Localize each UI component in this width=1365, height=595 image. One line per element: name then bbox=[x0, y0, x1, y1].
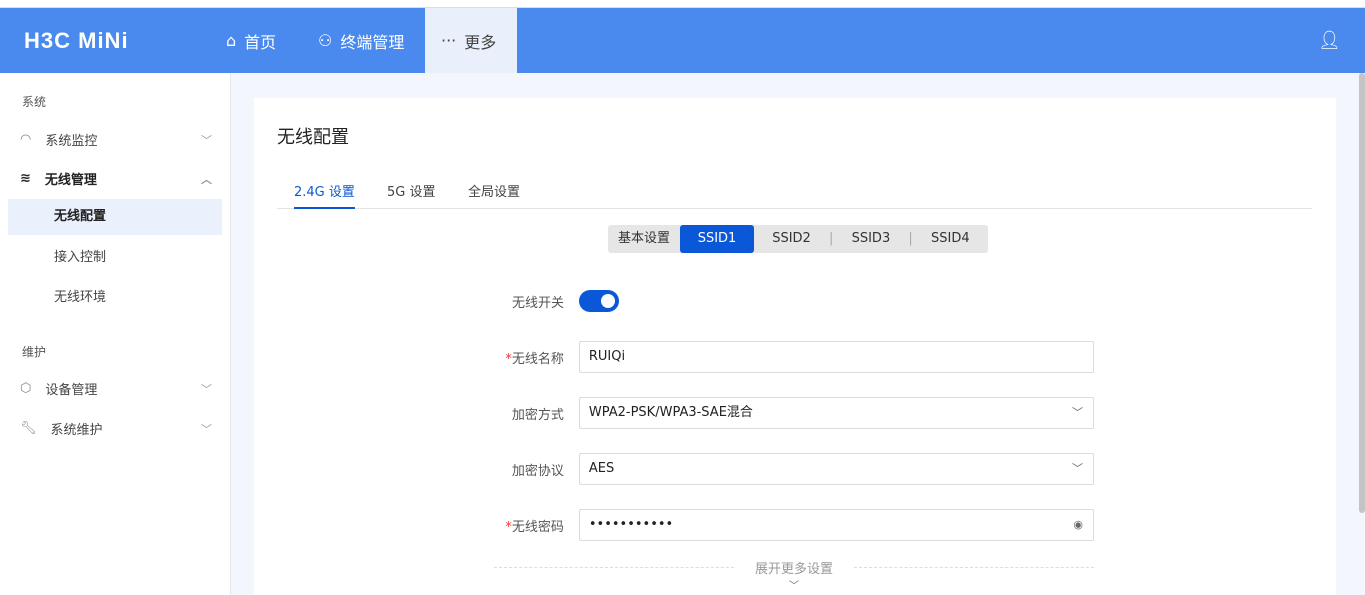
item-label: 设备管理 bbox=[45, 383, 98, 398]
tabs: 2.4G 设置 5G 设置 全局设置 bbox=[277, 178, 1312, 209]
chevron-down-icon: ﹀ bbox=[201, 133, 212, 147]
tab-global[interactable]: 全局设置 bbox=[468, 181, 520, 209]
seg-ssid3[interactable]: SSID3 bbox=[833, 225, 908, 253]
network-icon: ⚇ bbox=[318, 31, 333, 50]
nav-label: 更多 bbox=[464, 32, 497, 52]
encryption-select[interactable]: WPA2-PSK/WPA3-SAE混合 ﹀ bbox=[578, 397, 1094, 429]
seg-ssid4[interactable]: SSID4 bbox=[913, 225, 988, 253]
logo: H3C MiNi bbox=[24, 28, 129, 53]
item-label: 系统维护 bbox=[50, 423, 103, 438]
chevron-down-icon: ﹀ bbox=[789, 581, 799, 592]
more-icon: ··· bbox=[441, 31, 457, 50]
sidebar: 系统 ◠ 系统监控 ﹀ ≋ 无线管理 ︿ 无线配置 接入控制 无线环境 维护 ⬡ 设备管理… bbox=[0, 73, 231, 595]
password-input[interactable]: ••••••••••• ◉ bbox=[578, 509, 1094, 541]
chevron-up-icon: ︿ bbox=[201, 172, 212, 186]
page-title: 无线配置 bbox=[277, 127, 349, 148]
wireless-toggle[interactable] bbox=[579, 290, 619, 312]
enc-label: 加密方式 bbox=[511, 407, 564, 423]
sidebar-item-wireless-env[interactable]: 无线环境 bbox=[8, 280, 222, 316]
chevron-down-icon: ﹀ bbox=[1072, 406, 1083, 419]
eye-icon[interactable]: ◉ bbox=[1073, 510, 1083, 540]
chevron-down-icon: ﹀ bbox=[201, 382, 212, 396]
nav-more[interactable]: ··· 更多 bbox=[425, 8, 517, 73]
section-title: 维护 bbox=[22, 345, 47, 359]
section-title: 系统 bbox=[22, 95, 47, 109]
name-label: *无线名称 bbox=[505, 351, 564, 367]
sidebar-item-monitor[interactable]: ◠ 系统监控 ﹀ bbox=[20, 130, 220, 149]
nav-home[interactable]: ⌂ 首页 bbox=[226, 8, 276, 73]
nav-label: 首页 bbox=[244, 32, 277, 52]
nav-label: 终端管理 bbox=[340, 32, 405, 52]
cube-icon: ⬡ bbox=[20, 381, 32, 396]
switch-label: 无线开关 bbox=[511, 295, 564, 311]
header: H3C MiNi ⌂ 首页 ⚇ 终端管理 ··· 更多 👤︎ bbox=[0, 8, 1365, 73]
content-card: 无线配置 2.4G 设置 5G 设置 全局设置 基本设置 SSID1 SSID2… bbox=[254, 98, 1336, 595]
tab-5g[interactable]: 5G 设置 bbox=[387, 181, 435, 209]
sidebar-item-wireless[interactable]: ≋ 无线管理 ︿ bbox=[20, 169, 220, 188]
seg-ssid2[interactable]: SSID2 bbox=[754, 225, 829, 253]
seg-basic[interactable]: 基本设置 bbox=[608, 225, 680, 253]
scrollbar[interactable] bbox=[1359, 73, 1365, 513]
chevron-down-icon: ﹀ bbox=[1072, 462, 1083, 475]
item-label: 无线管理 bbox=[44, 173, 97, 188]
item-label: 系统监控 bbox=[45, 134, 98, 149]
gauge-icon: ◠ bbox=[20, 132, 32, 147]
sidebar-item-wireless-config[interactable]: 无线配置 bbox=[8, 199, 222, 235]
wifi-icon: ≋ bbox=[20, 171, 31, 186]
ssid-segment: 基本设置 SSID1 SSID2 | SSID3 | SSID4 bbox=[608, 225, 988, 253]
sidebar-item-maintenance[interactable]: 🔧︎ 系统维护 ﹀ bbox=[20, 419, 220, 438]
nav-terminal[interactable]: ⚇ 终端管理 bbox=[318, 8, 404, 73]
sidebar-item-access-control[interactable]: 接入控制 bbox=[8, 240, 222, 276]
proto-label: 加密协议 bbox=[511, 463, 564, 479]
ssid-name-input[interactable]: RUIQi bbox=[578, 341, 1094, 373]
expand-more-settings[interactable]: 展开更多设置 ﹀ bbox=[494, 558, 1094, 592]
tab-24g[interactable]: 2.4G 设置 bbox=[294, 181, 355, 209]
top-strip bbox=[0, 0, 1365, 8]
sidebar-item-device[interactable]: ⬡ 设备管理 ﹀ bbox=[20, 379, 220, 398]
wrench-icon: 🔧︎ bbox=[20, 421, 37, 436]
home-icon: ⌂ bbox=[226, 31, 237, 50]
user-icon[interactable]: 👤︎ bbox=[1318, 30, 1341, 51]
pwd-label: *无线密码 bbox=[505, 519, 564, 535]
seg-ssid1[interactable]: SSID1 bbox=[680, 225, 755, 253]
chevron-down-icon: ﹀ bbox=[201, 422, 212, 436]
protocol-select[interactable]: AES ﹀ bbox=[578, 453, 1094, 485]
